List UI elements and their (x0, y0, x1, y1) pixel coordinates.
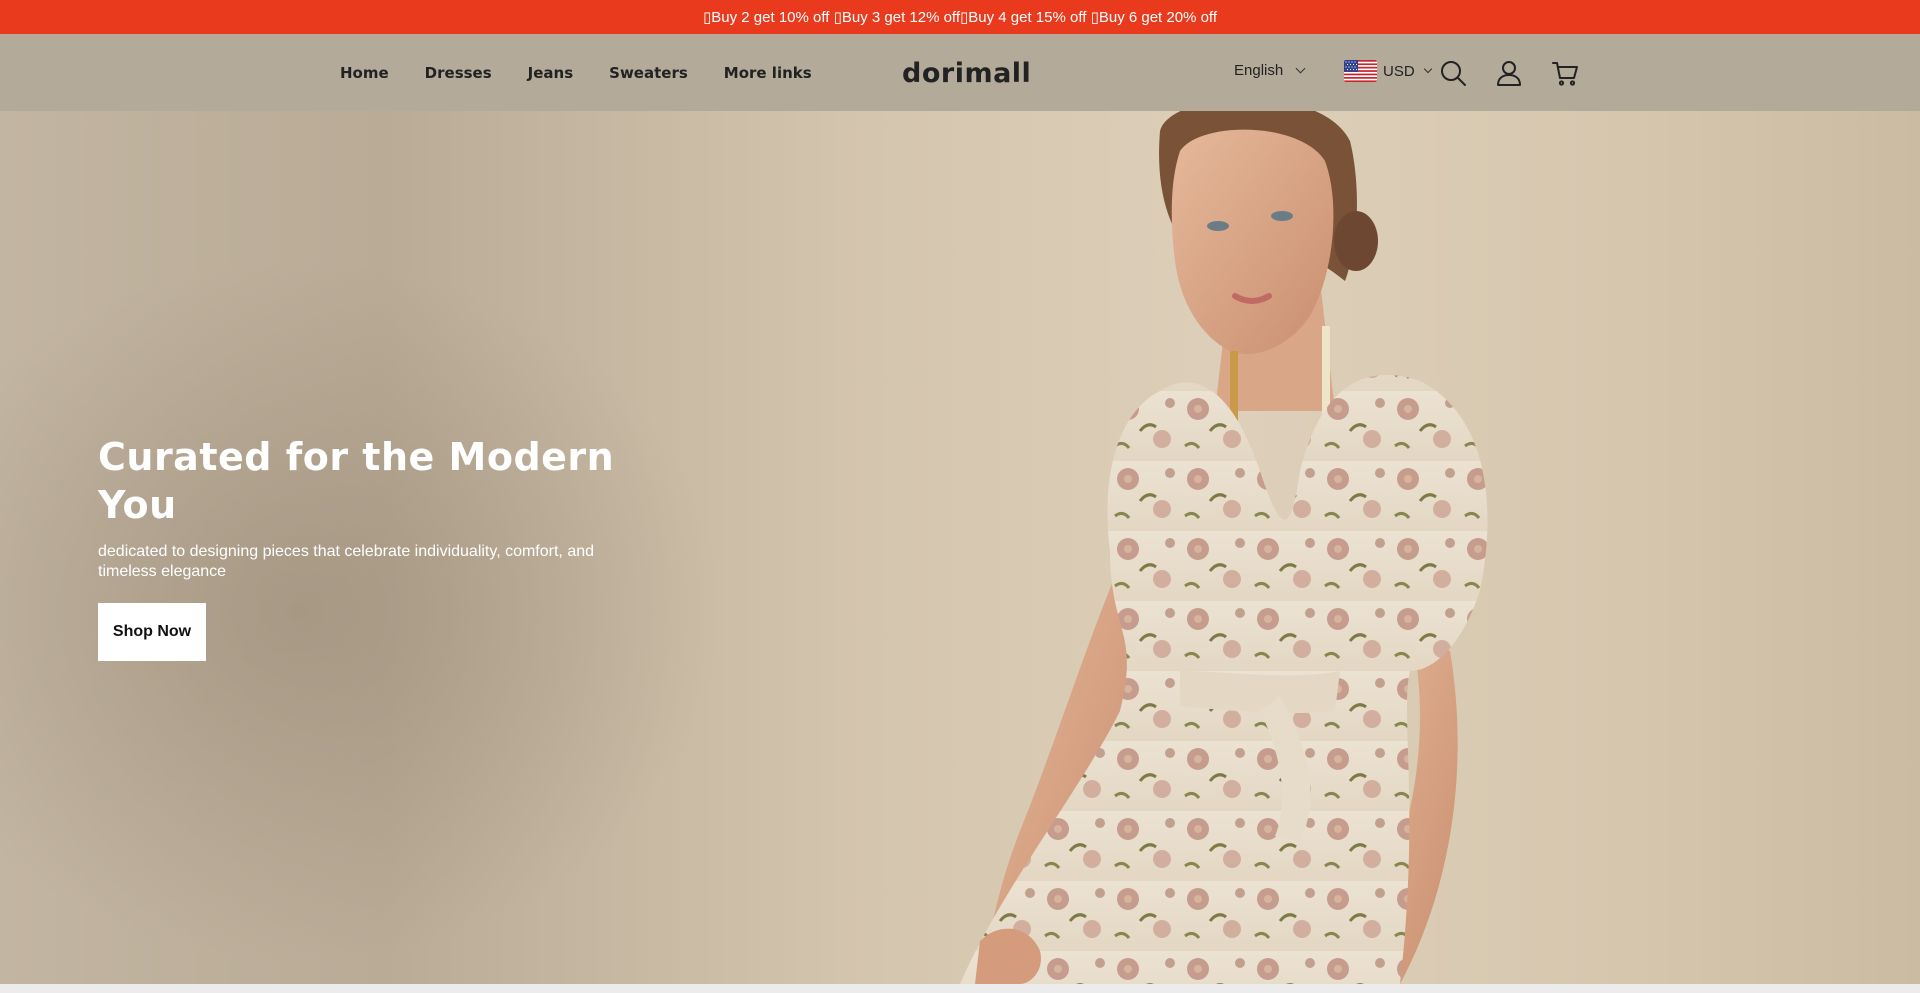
hero-subtitle: dedicated to designing pieces that celeb… (98, 543, 595, 580)
announcement-bar: ▯Buy 2 get 10% off ▯Buy 3 get 12% off ▯B… (0, 0, 1920, 34)
account-icon[interactable] (1494, 58, 1524, 88)
announcement-item-1: ▯Buy 2 get 10% off (703, 9, 830, 26)
cart-icon[interactable] (1550, 58, 1580, 88)
currency-label: USD (1383, 62, 1415, 80)
us-flag-icon (1344, 60, 1377, 82)
nav-home[interactable]: Home (340, 64, 389, 82)
shop-now-button[interactable]: Shop Now (98, 603, 206, 661)
currency-selector[interactable]: USD (1344, 60, 1432, 82)
nav-jeans[interactable]: Jeans (528, 64, 573, 82)
nav-dresses[interactable]: Dresses (425, 64, 492, 82)
search-icon[interactable] (1438, 58, 1468, 88)
nav-sweaters[interactable]: Sweaters (609, 64, 688, 82)
chevron-down-icon (1295, 63, 1306, 74)
chevron-down-icon (1423, 64, 1432, 74)
site-logo[interactable]: dorimall (902, 58, 1031, 89)
nav-more-links[interactable]: More links (724, 64, 812, 82)
main-nav: Home Dresses Jeans Sweaters More links (340, 34, 848, 111)
announcement-item-2: ▯Buy 3 get 12% off (833, 9, 960, 26)
page-bottom-strip (0, 984, 1920, 993)
hero-banner: Curated for the Modern You dedicated to … (0, 111, 1920, 984)
language-selector[interactable]: English (1234, 62, 1306, 79)
hero-model-image (960, 111, 1488, 984)
hero-title: Curated for the Modern You (98, 435, 615, 527)
language-label: English (1234, 62, 1284, 79)
site-header: Home Dresses Jeans Sweaters More links d… (0, 34, 1920, 111)
announcement-item-4: ▯Buy 6 get 20% off (1090, 9, 1217, 26)
announcement-item-3: ▯Buy 4 get 15% off (960, 9, 1087, 26)
